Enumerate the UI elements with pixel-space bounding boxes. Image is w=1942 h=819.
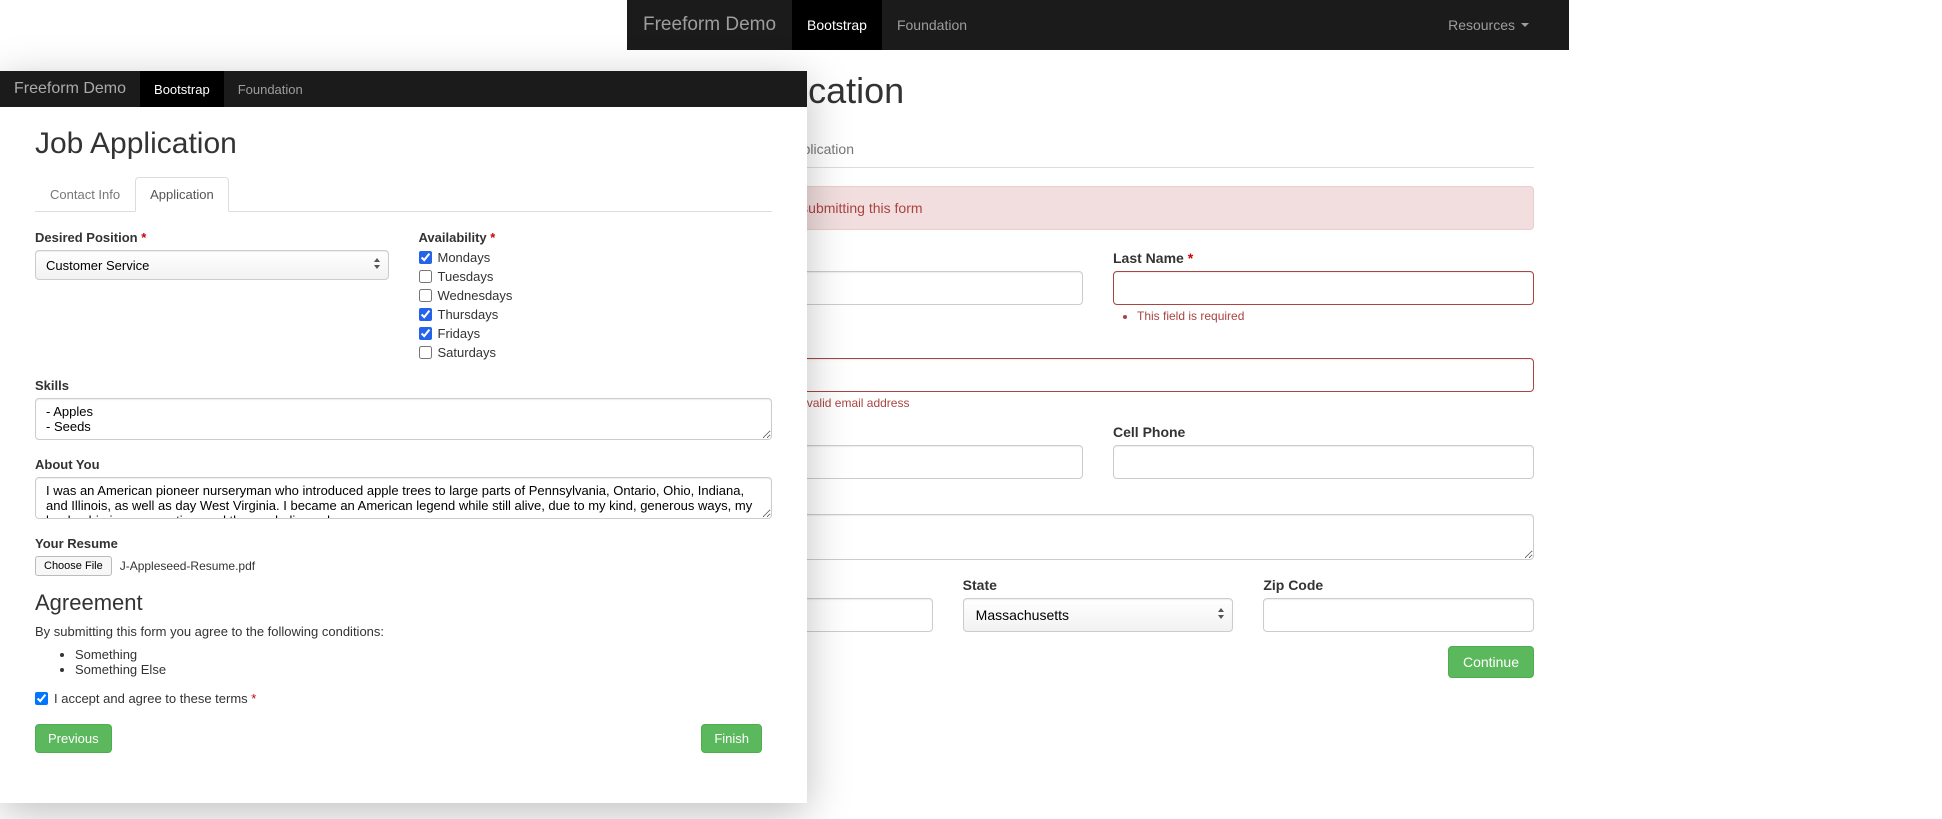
- nav-bootstrap[interactable]: Bootstrap: [792, 0, 882, 50]
- agreement-heading: Agreement: [35, 590, 772, 616]
- nav-resources-dropdown[interactable]: Resources: [1433, 17, 1544, 33]
- availability-saturdays-checkbox[interactable]: [419, 346, 432, 359]
- brand[interactable]: Freeform Demo: [0, 71, 140, 107]
- nav-foundation[interactable]: Foundation: [224, 71, 317, 107]
- availability-wednesdays-checkbox[interactable]: [419, 289, 432, 302]
- zip-label: Zip Code: [1263, 577, 1534, 593]
- last-name-error: This field is required: [1137, 309, 1534, 323]
- select-arrow-up-icon: [374, 258, 380, 262]
- availability-day-label: Saturdays: [438, 345, 497, 360]
- agreement-condition: Something: [75, 647, 772, 662]
- navbar: Freeform Demo Bootstrap Foundation Resou…: [627, 0, 1569, 50]
- cell-phone-label: Cell Phone: [1113, 424, 1534, 440]
- tabs: Contact Info Application: [35, 177, 772, 212]
- about-textarea[interactable]: [35, 477, 772, 519]
- resume-label: Your Resume: [35, 536, 772, 551]
- availability-day-label: Tuesdays: [438, 269, 494, 284]
- continue-button[interactable]: Continue: [1448, 646, 1534, 678]
- availability-day-label: Wednesdays: [438, 288, 513, 303]
- skills-label: Skills: [35, 378, 772, 393]
- state-select[interactable]: Massachusetts: [963, 598, 1234, 632]
- availability-tuesdays-checkbox[interactable]: [419, 270, 432, 283]
- select-arrow-down-icon: [374, 265, 380, 269]
- choose-file-button[interactable]: Choose File: [35, 556, 112, 576]
- navbar: Freeform Demo Bootstrap Foundation: [0, 71, 807, 107]
- availability-day-label: Fridays: [438, 326, 481, 341]
- chevron-down-icon: [1521, 23, 1529, 27]
- tab-contact-info[interactable]: Contact Info: [35, 177, 135, 212]
- previous-button[interactable]: Previous: [35, 724, 112, 753]
- nav-bootstrap[interactable]: Bootstrap: [140, 71, 224, 107]
- last-name-label: Last Name *: [1113, 250, 1534, 266]
- availability-label: Availability *: [419, 230, 773, 245]
- availability-thursdays-checkbox[interactable]: [419, 308, 432, 321]
- nav-foundation[interactable]: Foundation: [882, 0, 982, 50]
- select-arrow-down-icon: [1218, 615, 1224, 619]
- desired-position-label: Desired Position *: [35, 230, 389, 245]
- agreement-condition: Something Else: [75, 662, 772, 677]
- pane-application: Freeform Demo Bootstrap Foundation Job A…: [0, 71, 807, 803]
- form-container: Job Application Contact Info Application…: [0, 107, 807, 773]
- page-title: Job Application: [35, 127, 772, 161]
- brand[interactable]: Freeform Demo: [627, 0, 792, 50]
- resume-filename: J-Appleseed-Resume.pdf: [120, 559, 255, 573]
- last-name-input[interactable]: [1113, 271, 1534, 305]
- desired-position-select[interactable]: Customer Service: [35, 250, 389, 280]
- accept-terms-label: I accept and agree to these terms *: [54, 691, 256, 706]
- select-arrow-up-icon: [1218, 608, 1224, 612]
- availability-fridays-checkbox[interactable]: [419, 327, 432, 340]
- finish-button[interactable]: Finish: [701, 724, 762, 753]
- availability-mondays-checkbox[interactable]: [419, 251, 432, 264]
- agreement-intro: By submitting this form you agree to the…: [35, 624, 772, 639]
- availability-day-label: Mondays: [438, 250, 491, 265]
- accept-terms-checkbox[interactable]: [35, 692, 48, 705]
- cell-phone-input[interactable]: [1113, 445, 1534, 479]
- email-error: johnny_a_123 is not a valid email addres…: [686, 396, 1534, 410]
- zip-input[interactable]: [1263, 598, 1534, 632]
- skills-textarea[interactable]: [35, 398, 772, 440]
- state-label: State: [963, 577, 1234, 593]
- nav-resources-label: Resources: [1448, 17, 1515, 33]
- availability-day-label: Thursdays: [438, 307, 499, 322]
- about-label: About You: [35, 457, 772, 472]
- tab-application[interactable]: Application: [135, 177, 229, 212]
